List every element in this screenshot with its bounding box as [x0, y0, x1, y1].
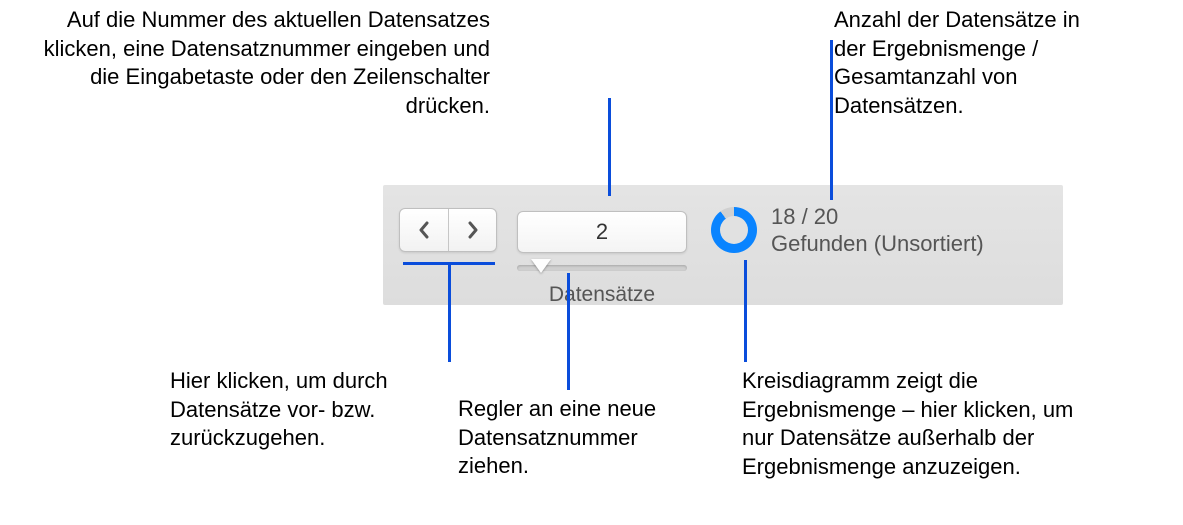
- prev-record-button[interactable]: [400, 209, 448, 251]
- found-count: 18 / 20: [771, 203, 984, 231]
- next-record-button[interactable]: [448, 209, 496, 251]
- record-navigation-toolbar: 2 Datensätze 18 / 20 Gefunden (Unsortier…: [383, 185, 1063, 305]
- record-number-column: 2 Datensätze: [517, 211, 687, 307]
- found-set-pie-icon[interactable]: [711, 207, 757, 253]
- chevron-left-icon: [417, 221, 431, 239]
- nav-segment: [399, 208, 497, 252]
- leader-line: [744, 260, 747, 362]
- record-number-field[interactable]: 2: [517, 211, 687, 253]
- leader-line: [567, 273, 570, 390]
- callout-nav: Hier klicken, um durch Datensätze vor- b…: [170, 367, 430, 453]
- found-state: Gefunden (Unsortiert): [771, 230, 984, 258]
- callout-pie: Kreisdiagramm zeigt die Ergebnismenge – …: [742, 367, 1082, 481]
- chevron-right-icon: [466, 221, 480, 239]
- leader-line: [608, 98, 611, 196]
- callout-count: Anzahl der Datensätze in der Ergebnismen…: [834, 6, 1094, 120]
- pie-column: [711, 207, 757, 253]
- records-label: Datensätze: [549, 283, 655, 307]
- callout-record-number: Auf die Nummer des aktuellen Datensatzes…: [10, 6, 490, 120]
- leader-line: [448, 262, 451, 362]
- callout-slider: Regler an eine neue Datensatznummer zieh…: [458, 395, 688, 481]
- found-status: 18 / 20 Gefunden (Unsortiert): [771, 203, 984, 258]
- record-slider[interactable]: [517, 259, 687, 279]
- slider-thumb-icon[interactable]: [531, 259, 551, 273]
- leader-line: [830, 40, 833, 200]
